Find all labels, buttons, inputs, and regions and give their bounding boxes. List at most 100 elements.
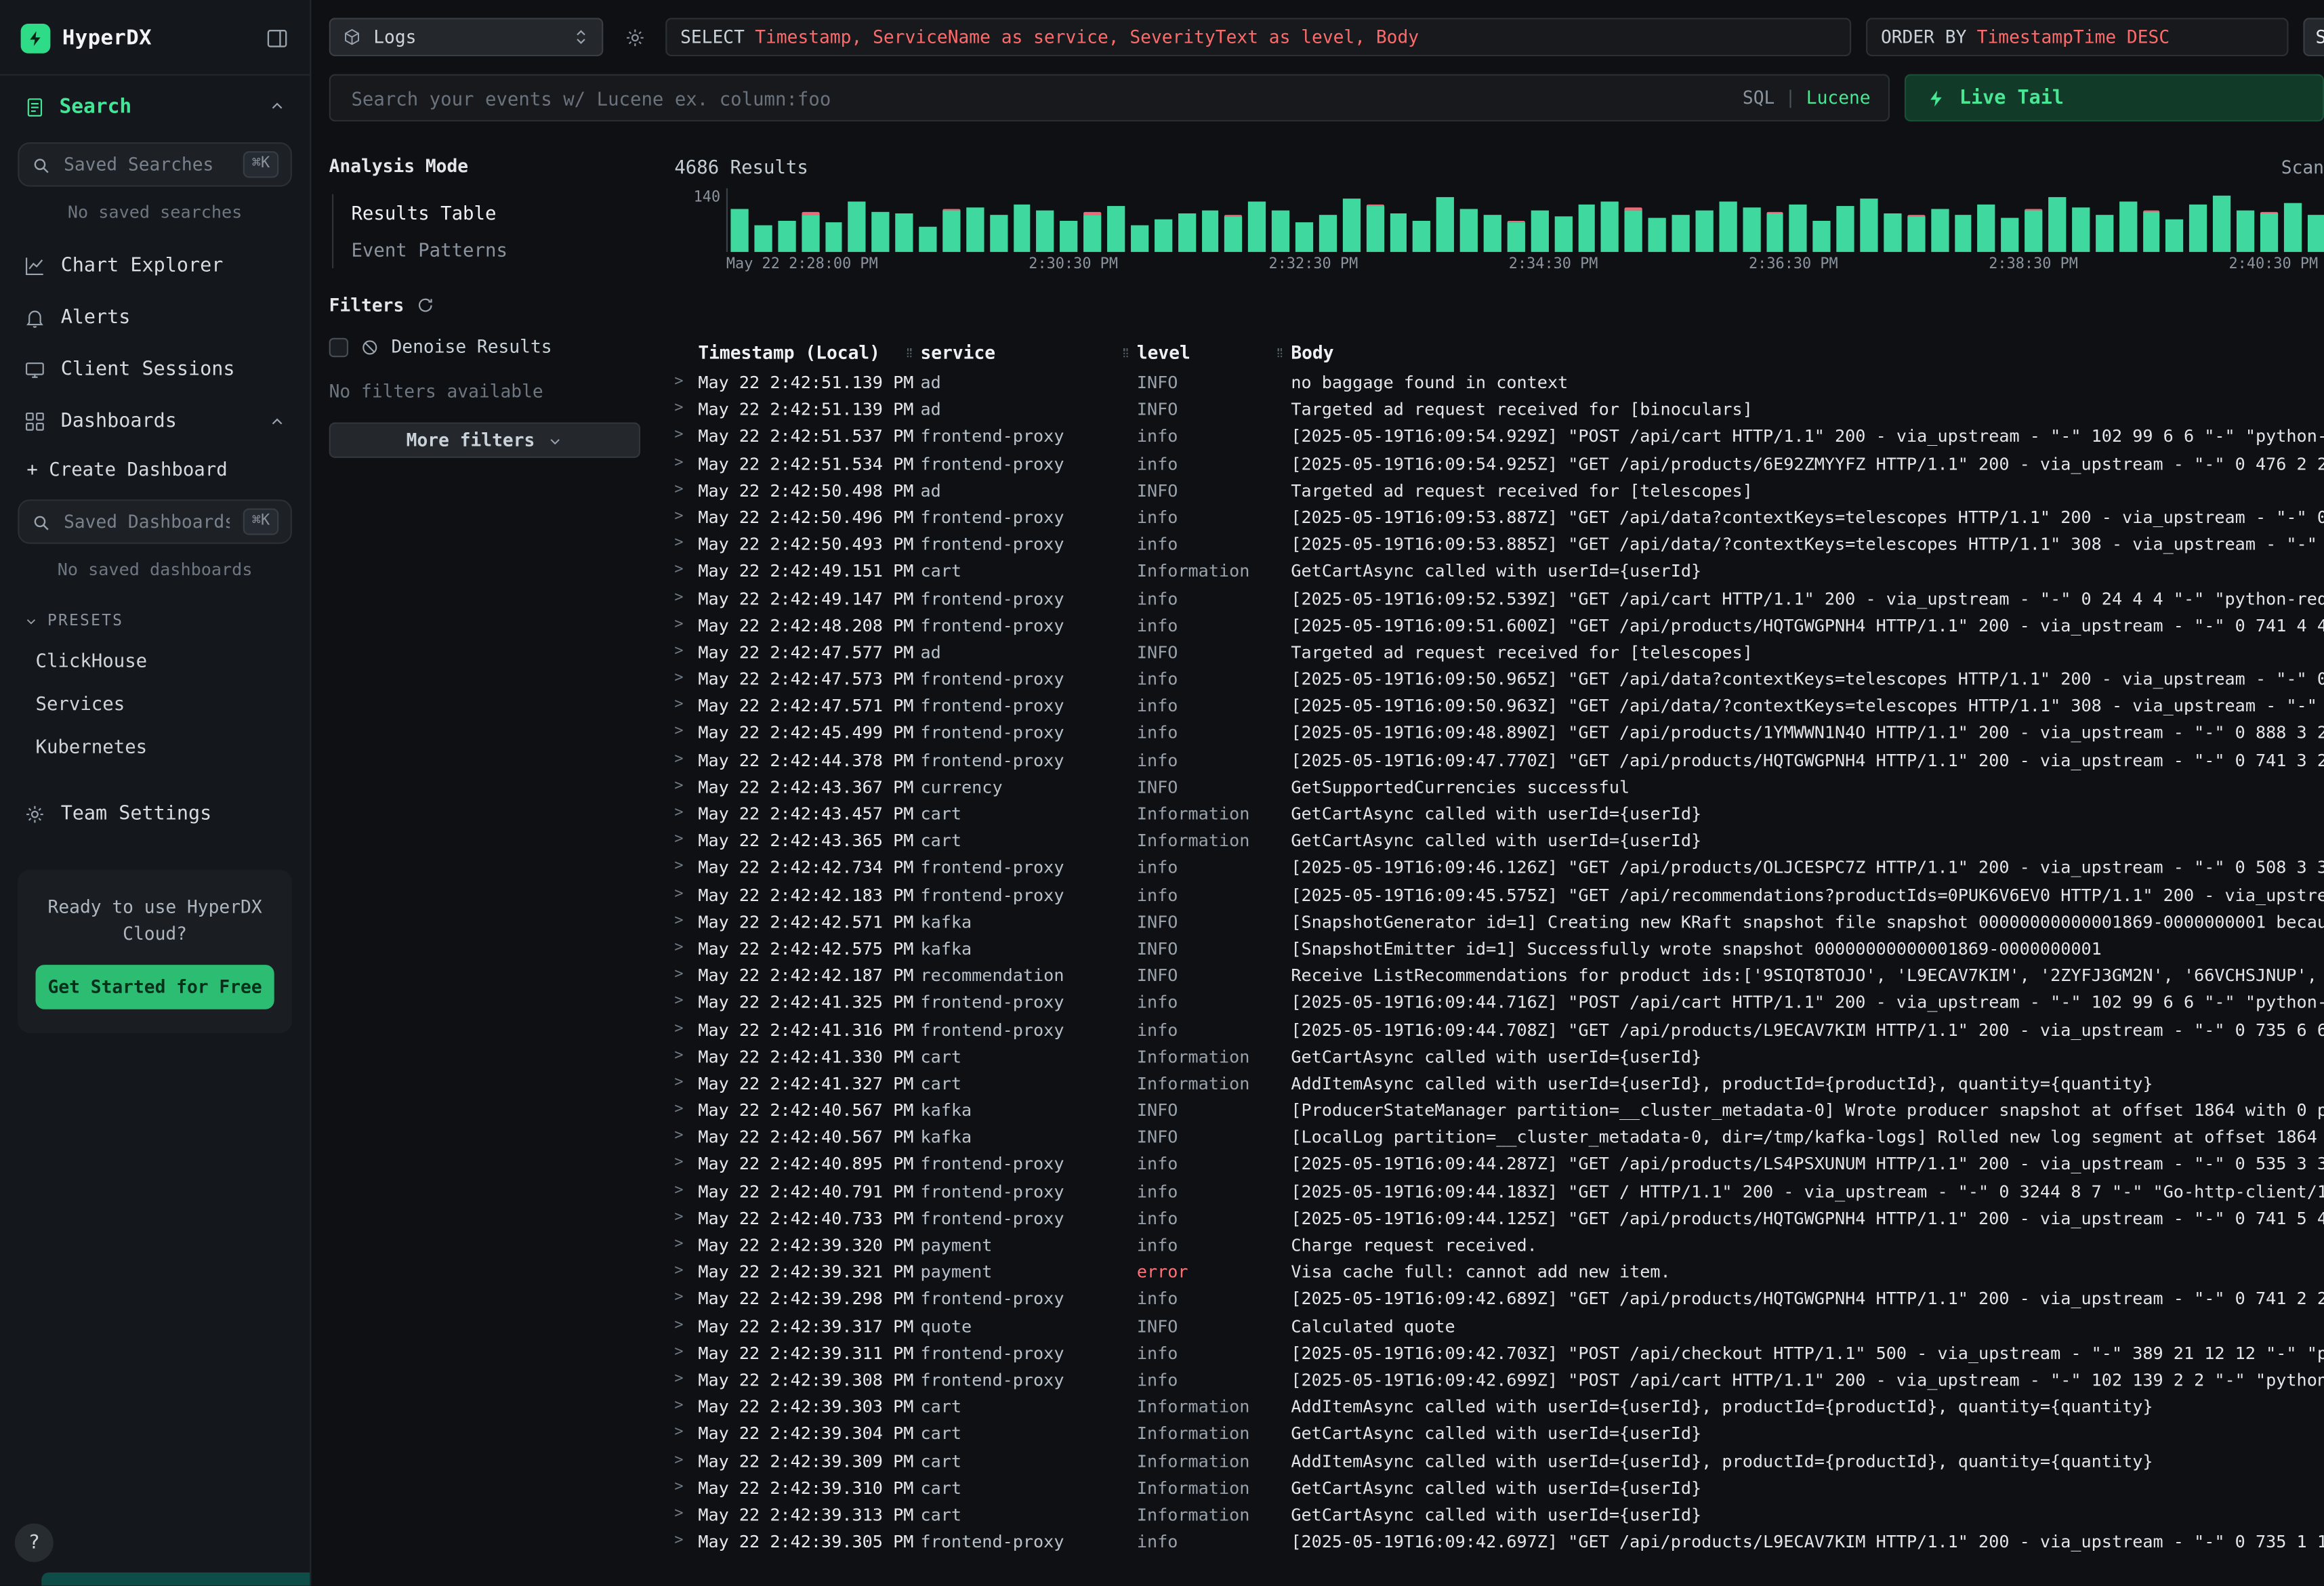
histogram-bar[interactable]	[2237, 188, 2254, 252]
row-expand-icon[interactable]: >	[674, 1259, 698, 1286]
log-row[interactable]: >May 22 2:42:50.493 PMfrontend-proxyinfo…	[674, 530, 2324, 558]
histogram-bar[interactable]	[2048, 188, 2066, 252]
histogram-bar[interactable]	[1578, 188, 1596, 252]
preset-kubernetes[interactable]: Kubernetes	[0, 725, 310, 768]
row-expand-icon[interactable]: >	[674, 773, 698, 800]
row-expand-icon[interactable]: >	[674, 423, 698, 450]
row-expand-icon[interactable]: >	[674, 504, 698, 531]
row-expand-icon[interactable]: >	[674, 1070, 698, 1097]
row-expand-icon[interactable]: >	[674, 692, 698, 719]
histogram-bar[interactable]	[848, 188, 866, 252]
event-search-field[interactable]	[348, 85, 1730, 110]
log-row[interactable]: >May 22 2:42:40.791 PMfrontend-proxyinfo…	[674, 1177, 2324, 1205]
histogram-bar[interactable]	[1319, 188, 1337, 252]
histogram-bar[interactable]	[1225, 188, 1243, 252]
row-expand-icon[interactable]: >	[674, 1097, 698, 1124]
histogram-bar[interactable]	[825, 188, 842, 252]
histogram-bar[interactable]	[1531, 188, 1548, 252]
sidebar-item-client-sessions[interactable]: Client Sessions	[0, 344, 310, 396]
log-row[interactable]: >May 22 2:42:42.183 PMfrontend-proxyinfo…	[674, 881, 2324, 909]
histogram-bar[interactable]	[1083, 188, 1101, 252]
log-row[interactable]: >May 22 2:42:40.733 PMfrontend-proxyinfo…	[674, 1205, 2324, 1232]
order-by-input[interactable]: ORDER BY TimestampTime DESC	[1866, 18, 2288, 56]
log-row[interactable]: >May 22 2:42:39.313 PMcartInformationGet…	[674, 1501, 2324, 1528]
chevron-up-icon[interactable]	[268, 98, 286, 115]
log-row[interactable]: >May 22 2:42:39.321 PMpaymenterrorVisa c…	[674, 1259, 2324, 1286]
histogram-bar[interactable]	[2072, 188, 2090, 252]
histogram-bar[interactable]	[1436, 188, 1454, 252]
refresh-icon[interactable]	[416, 297, 434, 314]
event-search-input[interactable]: SQL | Lucene	[329, 74, 1890, 121]
histogram-bar[interactable]	[1155, 188, 1172, 252]
row-expand-icon[interactable]: >	[674, 558, 698, 585]
histogram-bar[interactable]	[1484, 188, 1501, 252]
histogram-bar[interactable]	[802, 188, 819, 252]
log-row[interactable]: >May 22 2:42:41.316 PMfrontend-proxyinfo…	[674, 1016, 2324, 1043]
histogram-bar[interactable]	[2119, 188, 2136, 252]
row-expand-icon[interactable]: >	[674, 1016, 698, 1043]
select-clause-input[interactable]: SELECT Timestamp, ServiceName as service…	[665, 18, 1851, 56]
histogram-bar[interactable]	[1766, 188, 1783, 252]
histogram-bar[interactable]	[778, 188, 795, 252]
column-header-body[interactable]: Body	[1291, 342, 2324, 363]
histogram-bar[interactable]	[730, 188, 748, 252]
row-expand-icon[interactable]: >	[674, 1124, 698, 1151]
preset-clickhouse[interactable]: ClickHouse	[0, 639, 310, 682]
log-row[interactable]: >May 22 2:42:51.139 PMadINFOTargeted ad …	[674, 396, 2324, 423]
row-expand-icon[interactable]: >	[674, 665, 698, 692]
source-settings-gear-icon[interactable]	[618, 21, 650, 54]
log-row[interactable]: >May 22 2:42:50.498 PMadINFOTargeted ad …	[674, 477, 2324, 504]
histogram-bar[interactable]	[2166, 188, 2184, 252]
log-row[interactable]: >May 22 2:42:51.537 PMfrontend-proxyinfo…	[674, 423, 2324, 450]
row-expand-icon[interactable]: >	[674, 1177, 698, 1205]
log-row[interactable]: >May 22 2:42:39.320 PMpaymentinfoCharge …	[674, 1232, 2324, 1259]
histogram-bar[interactable]	[1366, 188, 1384, 252]
histogram-bar[interactable]	[1743, 188, 1760, 252]
row-expand-icon[interactable]: >	[674, 477, 698, 504]
get-started-button[interactable]: Get Started for Free	[36, 965, 274, 1009]
mode-results-table[interactable]: Results Table	[333, 194, 640, 232]
log-row[interactable]: >May 22 2:42:44.378 PMfrontend-proxyinfo…	[674, 747, 2324, 774]
histogram-bar[interactable]	[2260, 188, 2278, 252]
row-expand-icon[interactable]: >	[674, 1312, 698, 1339]
histogram-bar[interactable]	[1978, 188, 1995, 252]
denoise-results-option[interactable]: Denoise Results	[329, 337, 640, 358]
histogram-bar[interactable]	[1554, 188, 1572, 252]
log-row[interactable]: >May 22 2:42:40.895 PMfrontend-proxyinfo…	[674, 1150, 2324, 1177]
presets-toggle[interactable]: PRESETS	[0, 598, 310, 639]
log-row[interactable]: >May 22 2:42:42.575 PMkafkaINFO[Snapshot…	[674, 935, 2324, 962]
histogram-bar[interactable]	[872, 188, 890, 252]
histogram-bar[interactable]	[1907, 188, 1925, 252]
row-expand-icon[interactable]: >	[674, 612, 698, 639]
row-expand-icon[interactable]: >	[674, 639, 698, 666]
sidebar-item-dashboards[interactable]: Dashboards	[0, 396, 310, 448]
log-row[interactable]: >May 22 2:42:39.308 PMfrontend-proxyinfo…	[674, 1366, 2324, 1394]
saved-dashboards-input[interactable]: ⌘K	[18, 499, 292, 544]
saved-dashboards-field[interactable]	[61, 510, 233, 534]
histogram-bar[interactable]	[1789, 188, 1807, 252]
column-header-level[interactable]: level	[1137, 342, 1291, 363]
histogram-bar[interactable]	[919, 188, 936, 252]
histogram-bar[interactable]	[1107, 188, 1125, 252]
log-row[interactable]: >May 22 2:42:41.325 PMfrontend-proxyinfo…	[674, 989, 2324, 1016]
histogram-bar[interactable]	[1460, 188, 1478, 252]
more-filters-button[interactable]: More filters	[329, 422, 640, 458]
row-expand-icon[interactable]: >	[674, 369, 698, 396]
row-expand-icon[interactable]: >	[674, 1205, 698, 1232]
log-row[interactable]: >May 22 2:42:39.298 PMfrontend-proxyinfo…	[674, 1285, 2324, 1312]
row-expand-icon[interactable]: >	[674, 827, 698, 854]
histogram-bar[interactable]	[1954, 188, 1972, 252]
histogram-bar[interactable]	[754, 188, 772, 252]
histogram-bar[interactable]	[2307, 188, 2324, 252]
histogram-bar[interactable]	[1060, 188, 1078, 252]
saved-searches-field[interactable]	[61, 152, 233, 176]
histogram-bar[interactable]	[1248, 188, 1266, 252]
histogram-bar[interactable]	[2189, 188, 2207, 252]
histogram-bar[interactable]	[1295, 188, 1313, 252]
row-expand-icon[interactable]: >	[674, 1528, 698, 1555]
histogram-bar[interactable]	[1719, 188, 1737, 252]
histogram-bar[interactable]	[896, 188, 913, 252]
log-row[interactable]: >May 22 2:42:39.311 PMfrontend-proxyinfo…	[674, 1339, 2324, 1366]
histogram-bar[interactable]	[1648, 188, 1666, 252]
histogram-bar[interactable]	[2001, 188, 2019, 252]
